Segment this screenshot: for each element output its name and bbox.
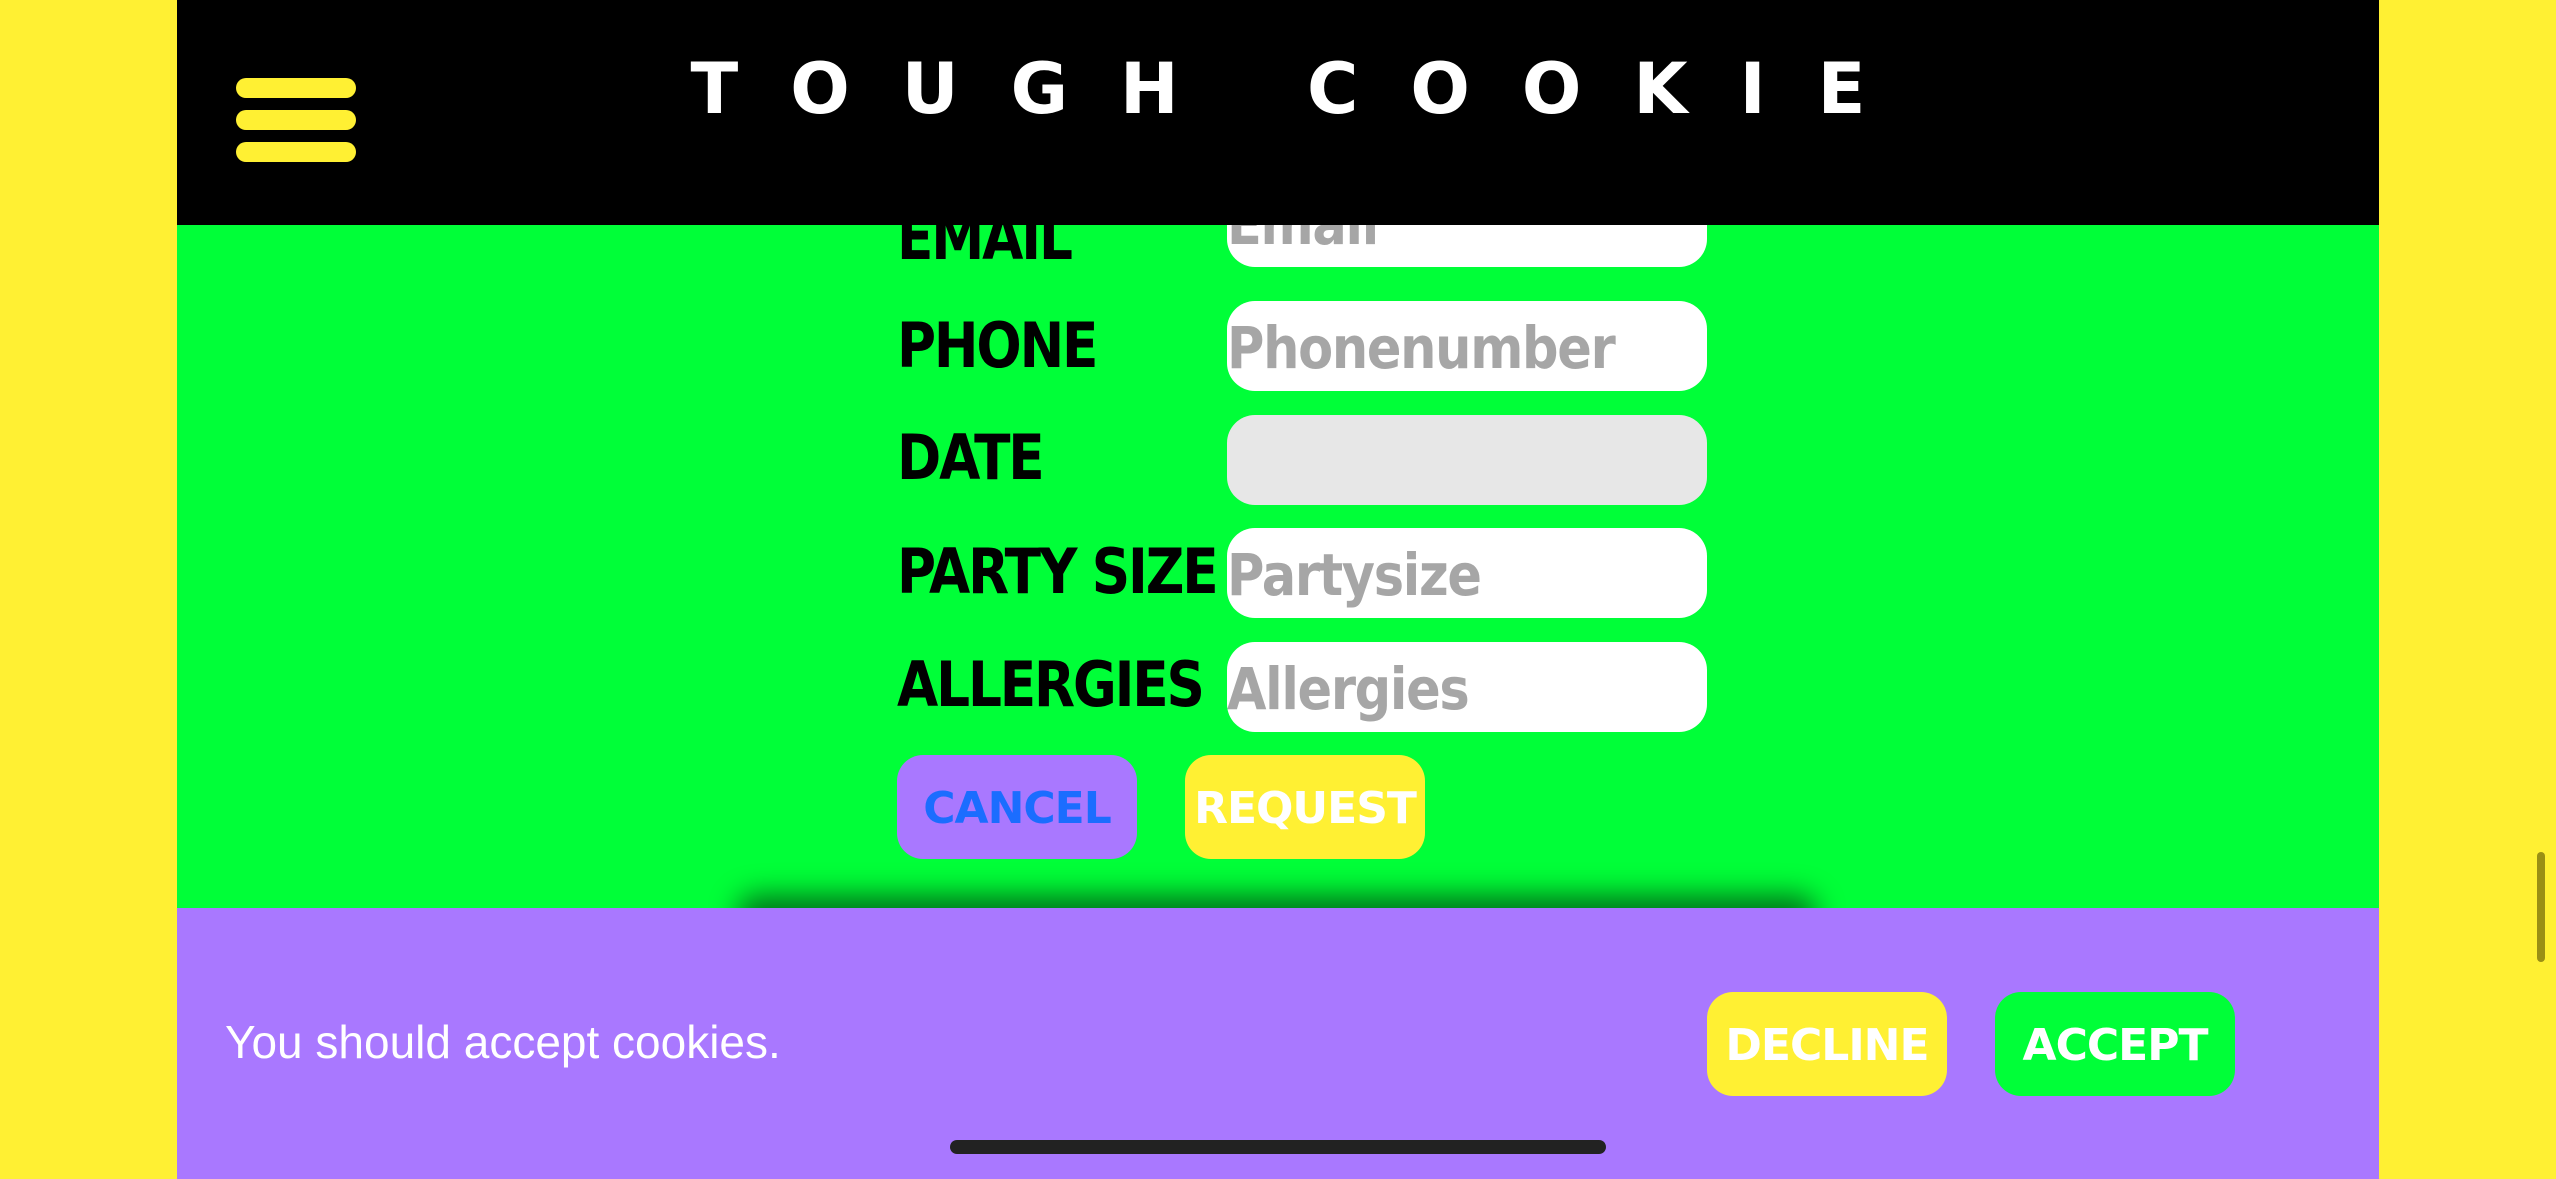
party-size-field-placeholder: Partysize — [1227, 541, 1482, 609]
email-field[interactable]: Email — [1227, 225, 1707, 267]
allergies-label: ALLERGIES — [897, 648, 1205, 721]
email-field-placeholder: Email — [1227, 225, 1379, 267]
home-indicator[interactable] — [950, 1140, 1606, 1154]
brand-title[interactable]: TOUGH COOKIE — [177, 44, 2379, 134]
party-size-field[interactable]: Partysize — [1227, 528, 1707, 618]
decline-button[interactable]: DECLINE — [1707, 992, 1947, 1096]
allergies-field[interactable]: Allergies — [1227, 642, 1707, 732]
top-header: TOUGH COOKIE — [177, 0, 2379, 225]
menu-bar — [236, 142, 356, 162]
phone-label: PHONE — [897, 309, 1098, 382]
reservation-form: EMAIL Email PHONE Phonenumber DATE PARTY… — [177, 225, 2379, 908]
request-button[interactable]: REQUEST — [1185, 755, 1425, 859]
email-label: EMAIL — [897, 225, 1073, 274]
date-label: DATE — [897, 421, 1045, 494]
cookie-message: You should accept cookies. — [225, 1016, 781, 1068]
allergies-field-placeholder: Allergies — [1227, 655, 1470, 723]
cookie-banner: You should accept cookies. DECLINE ACCEP… — [177, 908, 2379, 1179]
scroll-indicator[interactable] — [2537, 852, 2545, 962]
page-frame: TOUGH COOKIE EMAIL Email PHONE Phonenumb… — [177, 0, 2379, 1179]
date-field[interactable] — [1227, 415, 1707, 505]
phone-field[interactable]: Phonenumber — [1227, 301, 1707, 391]
phone-field-placeholder: Phonenumber — [1227, 314, 1616, 382]
party-size-label: PARTY SIZE — [897, 535, 1219, 608]
accept-button[interactable]: ACCEPT — [1995, 992, 2235, 1096]
app-screen: TOUGH COOKIE EMAIL Email PHONE Phonenumb… — [0, 0, 2556, 1179]
cancel-button[interactable]: CANCEL — [897, 755, 1137, 859]
form-shadow — [737, 895, 1817, 908]
